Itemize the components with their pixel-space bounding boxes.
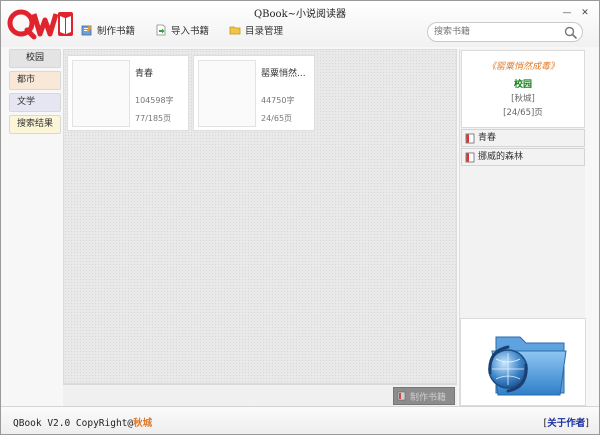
right-panel: 《罂粟悄然成毒》 校园 [秋城] [24/65]页 青春 挪威的森林 [459,49,586,406]
recent-book-item[interactable]: 挪威的森林 [461,148,585,166]
network-folder-icon [488,336,567,396]
status-bar: QBook V2.0 CopyRight@秋城 [关于作者] [1,406,599,434]
search-icon[interactable] [564,26,577,39]
minimize-button[interactable]: — [561,7,573,19]
book-card[interactable]: 青春 104598字 77/185页 [67,55,189,131]
book-icon [465,133,475,143]
book-icon [397,391,406,401]
folder-icon [229,26,241,35]
info-book-title: 《罂粟悄然成毒》 [486,62,559,72]
category-tab-literature[interactable]: 文学 [9,93,61,112]
book-card[interactable]: 罂粟悄然... 44750字 24/65页 [193,55,315,131]
about-close-bracket: ] [585,418,589,429]
recent-book-label: 挪威的森林 [478,152,524,162]
catalog-manage-button[interactable]: 目录管理 [229,23,283,37]
make-book-bottom-button[interactable]: 制作书籍 [393,387,455,405]
category-tab-search-results[interactable]: 搜索结果 [9,115,61,134]
copyright-prefix: QBook V2.0 CopyRight@ [13,418,134,429]
import-book-label: 导入书籍 [171,26,210,37]
book-icon [465,152,475,162]
book-cover [198,60,256,127]
copyright-text: QBook V2.0 CopyRight@秋城 [13,415,152,429]
about-author-label: 关于作者 [547,418,586,429]
close-button[interactable]: ✕ [579,7,591,19]
book-page-progress: 77/185页 [135,114,172,123]
info-author: [秋城] [511,94,535,104]
window-title: QBook~小说阅读器 [253,9,347,20]
book-info-box: 《罂粟悄然成毒》 校园 [秋城] [24/65]页 [461,50,585,128]
book-title: 青春 [135,69,154,79]
folder-graphic-box [460,318,586,406]
import-book-button[interactable]: 导入书籍 [155,23,209,37]
book-page-progress: 24/65页 [261,114,293,123]
make-book-label: 制作书籍 [97,26,136,37]
book-title: 罂粟悄然... [261,69,306,79]
window-controls: — ✕ [561,7,591,19]
book-shelf: 青春 104598字 77/185页 罂粟悄然... 44750字 24/65页 [63,49,457,384]
import-book-icon [156,24,166,36]
make-book-bottom-label: 制作书籍 [410,392,447,403]
category-sidebar: 校园 都市 文学 搜索结果 [9,49,61,137]
book-word-count: 44750字 [261,96,295,105]
catalog-manage-label: 目录管理 [245,26,284,37]
toolbar: 制作书籍 导入书籍 目录管理 [81,23,283,37]
about-author-link[interactable]: [关于作者] [544,415,589,429]
info-progress: [24/65]页 [503,108,543,118]
category-tab-city[interactable]: 都市 [9,71,61,90]
category-tab-campus[interactable]: 校园 [9,49,61,68]
info-category: 校园 [513,80,532,90]
book-cover [72,60,130,127]
recent-book-item[interactable]: 青春 [461,129,585,147]
search-box [427,22,583,42]
book-word-count: 104598字 [135,96,174,105]
search-input[interactable] [434,25,558,39]
recent-books-list: 青春 挪威的森林 [461,128,585,166]
recent-book-label: 青春 [478,133,497,143]
app-window: QBook~小说阅读器 — ✕ 制作书籍 导入书籍 目录管理 搜索书籍 校园 都… [0,0,600,435]
title-bar: QBook~小说阅读器 — ✕ 制作书籍 导入书籍 目录管理 搜索书籍 [1,1,599,47]
make-book-icon [81,25,92,36]
copyright-author: 秋城 [133,418,153,429]
shelf-bottom-bar: 制作书籍 [63,384,457,406]
make-book-button[interactable]: 制作书籍 [81,23,135,37]
